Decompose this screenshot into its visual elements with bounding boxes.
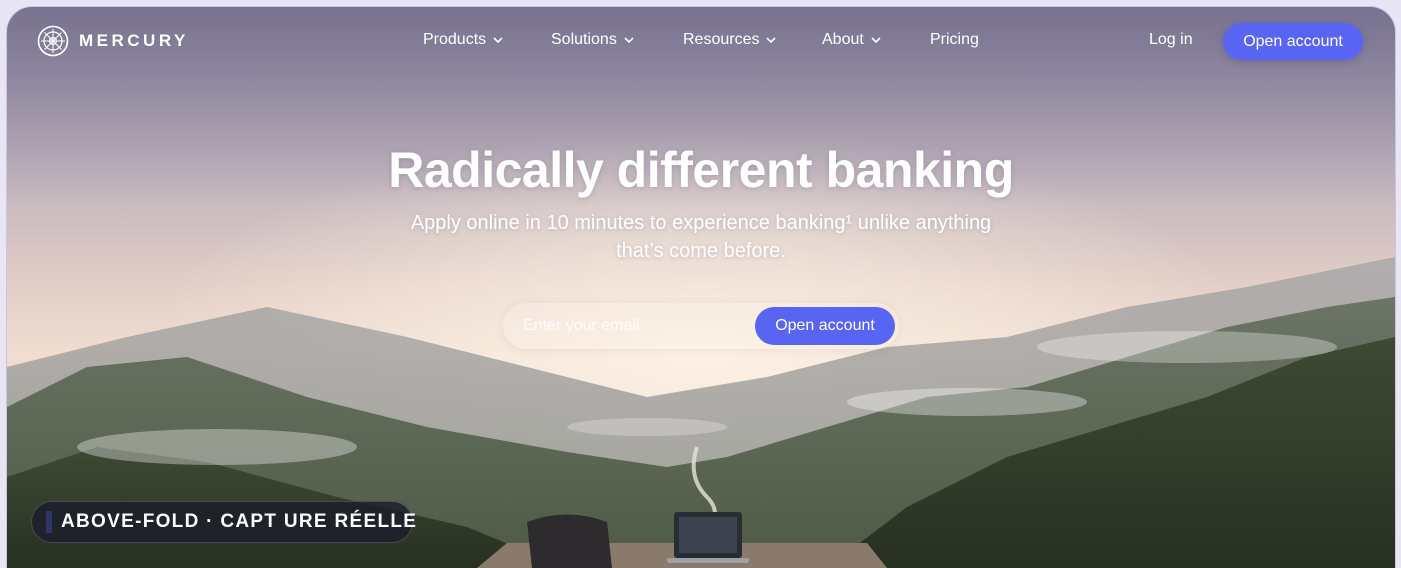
hero-frame: MERCURY Products Solutions Resources Abo…: [6, 6, 1396, 568]
top-navigation: MERCURY Products Solutions Resources Abo…: [7, 7, 1395, 79]
chevron-down-icon: [766, 37, 777, 44]
brand-name: MERCURY: [79, 31, 189, 50]
status-badge: ABOVE-FOLD · CAPT URE RÉELLE: [31, 501, 416, 543]
chevron-down-icon: [493, 37, 503, 44]
nav-item-label: Products: [423, 31, 487, 48]
nav-item-label: About: [822, 31, 864, 48]
status-badge-label: ABOVE-FOLD · CAPT URE RÉELLE: [61, 511, 418, 532]
nav-item-products[interactable]: Products: [423, 31, 504, 49]
brand-logo[interactable]: MERCURY: [37, 25, 189, 57]
email-input[interactable]: [503, 303, 743, 349]
open-account-submit-button[interactable]: Open account: [755, 307, 895, 345]
hero-title: Radically different banking: [388, 142, 1014, 198]
mercury-logo-icon: [37, 25, 69, 57]
nav-item-label: Solutions: [551, 31, 617, 48]
nav-item-about[interactable]: About: [822, 31, 882, 49]
chevron-down-icon: [871, 37, 881, 44]
nav-item-solutions[interactable]: Solutions: [551, 31, 635, 49]
nav-item-label: Pricing: [930, 31, 979, 48]
open-account-button[interactable]: Open account: [1223, 23, 1363, 60]
nav-item-label: Resources: [683, 31, 760, 48]
hero-subtitle: Apply online in 10 minutes to experience…: [410, 212, 992, 262]
nav-item-resources[interactable]: Resources: [683, 31, 777, 49]
chevron-down-icon: [624, 37, 634, 44]
nav-item-pricing[interactable]: Pricing: [930, 31, 979, 49]
login-link[interactable]: Log in: [1149, 31, 1193, 49]
signup-form: Open account: [503, 303, 899, 349]
hero-background-image: [7, 7, 1395, 568]
